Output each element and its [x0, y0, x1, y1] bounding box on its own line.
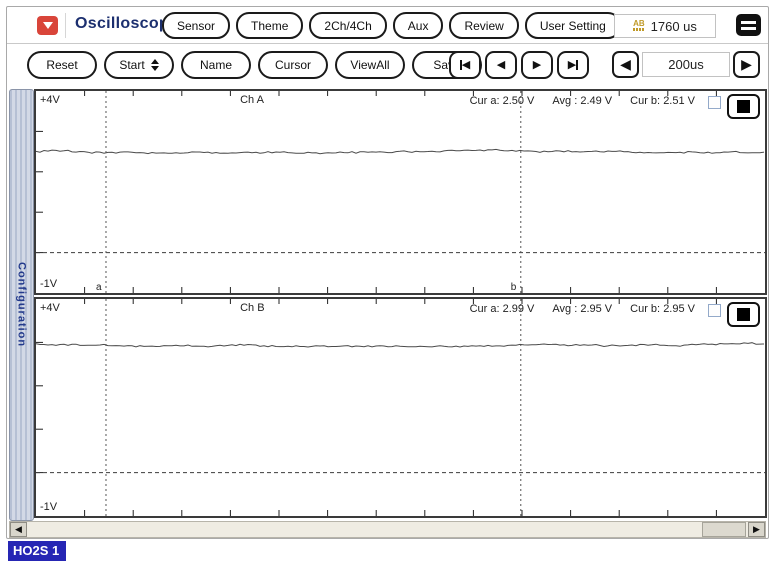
- top-button-group: Sensor Theme 2Ch/4Ch Aux Review User Set…: [162, 12, 621, 39]
- cursor-readouts: Cur a: 2.50 V Avg : 2.49 V Cur b: 2.51 V: [470, 95, 695, 107]
- app-menu-icon[interactable]: [37, 16, 58, 35]
- timebase-group: ◀ 200us ▶: [612, 51, 760, 78]
- scroll-left-button[interactable]: ◀: [10, 522, 27, 537]
- skip-to-start-button[interactable]: ◀: [449, 51, 481, 79]
- top-toolbar: Oscilloscope Sensor Theme 2Ch/4Ch Aux Re…: [7, 7, 768, 44]
- channel-title: Ch A: [240, 94, 264, 106]
- cursor-readouts: Cur a: 2.99 V Avg : 2.95 V Cur b: 2.95 V: [470, 303, 695, 315]
- playback-nav-group: ◀ ◀ ▶ ▶: [449, 51, 589, 79]
- title-divider: [65, 13, 66, 38]
- cursor-a-marker[interactable]: a: [96, 282, 102, 293]
- configuration-sidebar-tab[interactable]: Configuration: [9, 89, 34, 521]
- cursor-b-marker[interactable]: b: [511, 282, 517, 293]
- cursor-a-readout: Cur a: 2.99 V: [469, 303, 535, 315]
- control-toolbar: Reset Start Name Cursor ViewAll Save ◀ ◀…: [7, 45, 768, 84]
- y-min-label: -1V: [40, 501, 58, 513]
- y-max-label: +4V: [40, 94, 60, 106]
- sidebar-label: Configuration: [15, 262, 28, 348]
- footer-tab-ho2s1[interactable]: HO2S 1: [8, 541, 67, 561]
- step-forward-button[interactable]: ▶: [521, 51, 553, 79]
- waveform-plot-ch-b: [36, 299, 765, 516]
- channel-title: Ch B: [240, 302, 265, 314]
- average-readout: Avg : 2.49 V: [552, 95, 613, 107]
- y-max-label: +4V: [40, 302, 60, 314]
- average-readout: Avg : 2.95 V: [552, 303, 613, 315]
- ab-cursors-icon: AB: [633, 20, 645, 31]
- timebase-decrease-button[interactable]: ◀: [612, 51, 639, 78]
- aux-button[interactable]: Aux: [392, 12, 444, 39]
- cursor-b-readout: Cur b: 2.95 V: [630, 303, 695, 315]
- chevron-down-icon: [42, 22, 53, 29]
- waveform-plot-ch-a: [36, 91, 765, 293]
- channel-checkbox[interactable]: [708, 304, 721, 317]
- cursor-button[interactable]: Cursor: [258, 51, 328, 79]
- channel-display-button[interactable]: [727, 302, 760, 327]
- y-min-label: -1V: [40, 278, 58, 290]
- user-setting-button[interactable]: User Setting: [524, 12, 621, 39]
- review-button[interactable]: Review: [449, 12, 519, 39]
- start-button[interactable]: Start: [104, 51, 174, 79]
- channel-display-button[interactable]: [727, 94, 760, 119]
- horizontal-scrollbar[interactable]: ◀ ▶: [9, 521, 766, 538]
- name-button[interactable]: Name: [181, 51, 251, 79]
- cursor-delta-value: 1760 us: [650, 18, 697, 34]
- channel-mode-button[interactable]: 2Ch/4Ch: [309, 12, 387, 39]
- cursor-b-readout: Cur b: 2.51 V: [630, 95, 695, 107]
- skip-to-end-button[interactable]: ▶: [557, 51, 589, 79]
- viewall-button[interactable]: ViewAll: [335, 51, 405, 79]
- sensor-button[interactable]: Sensor: [162, 12, 231, 39]
- hamburger-menu-icon[interactable]: [736, 14, 761, 36]
- scrollbar-thumb[interactable]: [702, 522, 746, 537]
- scope-panel-ch-a: +4V -1V Ch A Cur a: 2.50 V Avg : 2.49 V …: [34, 89, 767, 295]
- control-button-group: Reset Start Name Cursor ViewAll Save: [27, 51, 482, 79]
- cursor-delta-display: AB 1760 us: [614, 14, 716, 38]
- theme-button[interactable]: Theme: [236, 12, 304, 39]
- spinner-icon: [150, 59, 159, 71]
- channel-checkbox[interactable]: [708, 96, 721, 109]
- step-back-button[interactable]: ◀: [485, 51, 517, 79]
- oscilloscope-window: Oscilloscope Sensor Theme 2Ch/4Ch Aux Re…: [6, 6, 769, 539]
- timebase-value[interactable]: 200us: [642, 52, 730, 77]
- reset-button[interactable]: Reset: [27, 51, 97, 79]
- scope-panel-ch-b: +4V -1V Ch B Cur a: 2.99 V Avg : 2.95 V …: [34, 297, 767, 518]
- cursor-a-readout: Cur a: 2.50 V: [469, 95, 535, 107]
- timebase-increase-button[interactable]: ▶: [733, 51, 760, 78]
- scroll-right-button[interactable]: ▶: [748, 522, 765, 537]
